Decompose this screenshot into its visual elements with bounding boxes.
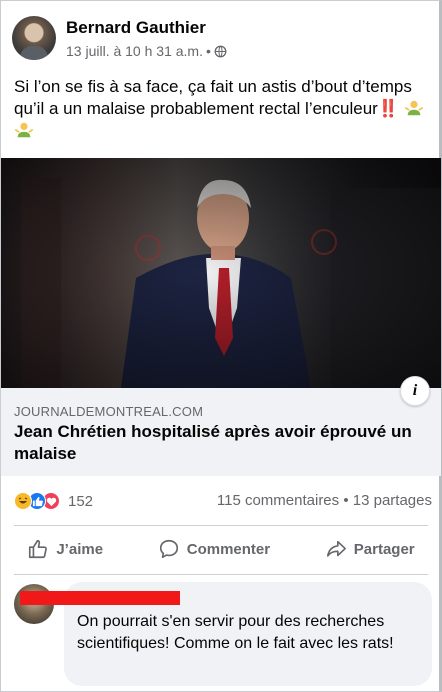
comment-text: On pourrait s'en servir pour des recherc… xyxy=(77,613,394,652)
comment-bubble-icon xyxy=(159,539,178,559)
divider xyxy=(14,574,428,575)
post-text: Si l’on se fis à sa face, ça fait un ast… xyxy=(14,76,428,142)
share-label: Partager xyxy=(353,540,415,558)
man-shrugging-emoji xyxy=(404,100,423,116)
globe-icon xyxy=(214,45,227,57)
link-title[interactable]: Jean Chrétien hospitalisé après avoir ép… xyxy=(14,421,434,465)
post-timestamp[interactable]: 13 juill. à 10 h 31 a.m. xyxy=(66,43,203,59)
action-bar: J’aime Commenter Partager xyxy=(0,526,442,572)
redaction-bar xyxy=(20,591,180,605)
meta-separator: • xyxy=(205,43,211,59)
link-preview-image[interactable] xyxy=(1,158,441,388)
post-body: Si l’on se fis à sa face, ça fait un ast… xyxy=(14,77,412,118)
link-domain: JOURNALDEMONTREAL.COM xyxy=(14,404,204,419)
reaction-summary[interactable]: 152 xyxy=(14,491,93,511)
share-arrow-icon xyxy=(326,540,346,557)
like-label: J’aime xyxy=(56,540,104,558)
author-name[interactable]: Bernard Gauthier xyxy=(66,18,206,38)
man-shrugging-emoji xyxy=(15,122,33,138)
like-button[interactable]: J’aime xyxy=(27,538,103,560)
share-button[interactable]: Partager xyxy=(325,538,415,560)
engagement-counts: 115 commentaires • 13 partages xyxy=(217,492,432,509)
counts-separator: • xyxy=(343,492,349,509)
haha-reaction-icon xyxy=(14,492,32,510)
reaction-count: 152 xyxy=(68,492,94,510)
info-icon[interactable]: i xyxy=(400,376,430,406)
link-preview[interactable]: JOURNALDEMONTREAL.COM Jean Chrétien hosp… xyxy=(1,388,441,476)
thumbs-up-icon xyxy=(29,539,48,559)
comment-label: Commenter xyxy=(186,540,271,558)
double-exclamation-emoji: ‼️ xyxy=(377,99,399,118)
author-avatar[interactable] xyxy=(12,16,56,60)
comment-button[interactable]: Commenter xyxy=(158,538,270,560)
comments-count[interactable]: 115 commentaires xyxy=(217,492,339,509)
post-meta: 13 juill. à 10 h 31 a.m. • xyxy=(66,43,227,59)
post-header: Bernard Gauthier 13 juill. à 10 h 31 a.m… xyxy=(12,14,432,64)
shares-count[interactable]: 13 partages xyxy=(353,492,432,509)
